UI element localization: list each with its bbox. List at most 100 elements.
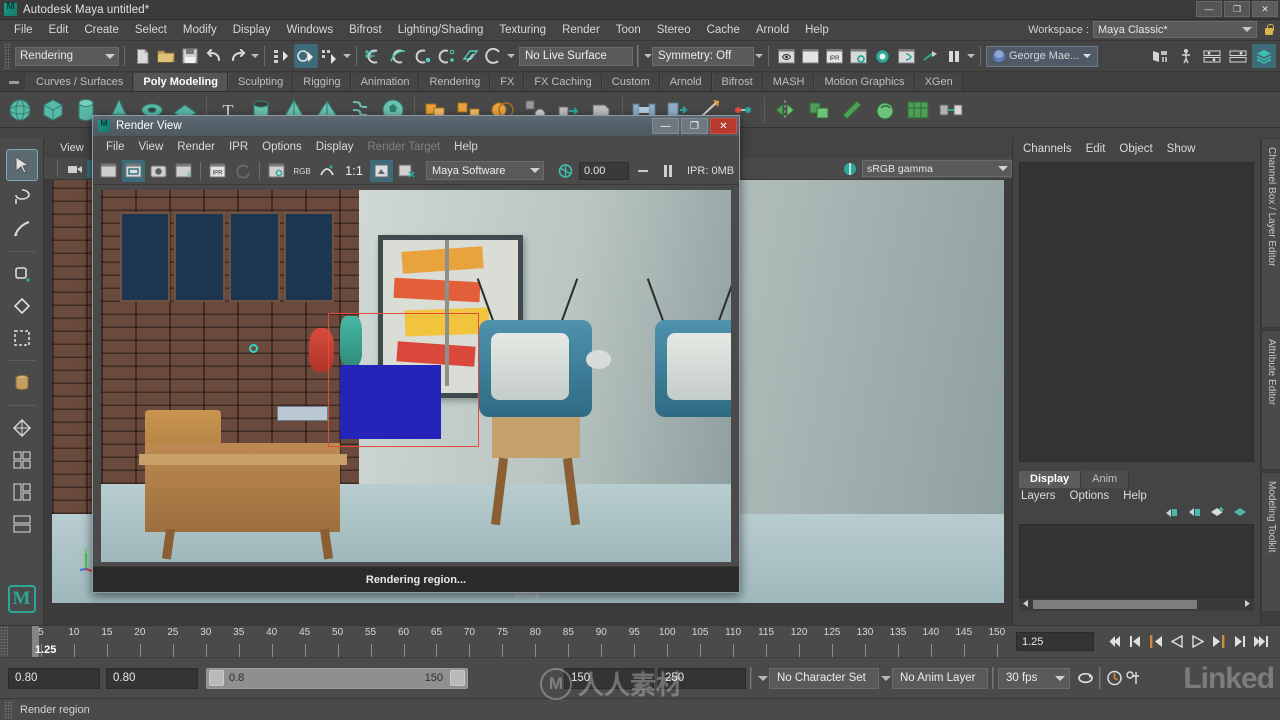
shelf-tab-mash[interactable]: MASH <box>762 73 815 91</box>
render-view-minimize-button[interactable]: — <box>652 118 679 134</box>
shelf-tab-sculpting[interactable]: Sculpting <box>227 73 294 91</box>
render-selected-objects-icon[interactable]: s <box>172 160 195 182</box>
channel-box-content[interactable] <box>1019 162 1254 462</box>
timeline-track[interactable]: 1.25 5 10 15 20 25 30 35 40 45 50 55 60 65 70 75 80 85 90… <box>8 626 1010 657</box>
transfer-attributes-icon[interactable] <box>935 94 967 126</box>
show-hide-editors-icon[interactable] <box>1148 44 1172 68</box>
layers-options-menu[interactable]: Options <box>1070 490 1110 502</box>
tab-display-layers[interactable]: Display <box>1019 471 1082 488</box>
uv-editor-icon[interactable] <box>902 94 934 126</box>
new-scene-icon[interactable] <box>130 44 154 68</box>
menuset-dropdown[interactable]: Rendering <box>15 46 119 66</box>
lasso-tool[interactable] <box>7 182 37 212</box>
render-view-canvas[interactable] <box>101 190 731 562</box>
open-scene-icon[interactable] <box>154 44 178 68</box>
workspace-dropdown[interactable]: Maya Classic* <box>1093 21 1257 38</box>
snap-to-projected-center-icon[interactable] <box>434 44 458 68</box>
shelf-tab-rigging[interactable]: Rigging <box>293 73 351 91</box>
shelf-tab-motion-graphics[interactable]: Motion Graphics <box>814 73 915 91</box>
move-layer-up-icon[interactable] <box>1164 506 1179 522</box>
ipr-render-icon[interactable]: IPR <box>206 160 229 182</box>
keep-image-icon[interactable] <box>370 159 393 182</box>
ipr-render-icon[interactable]: IPR <box>822 44 846 68</box>
camera-icon[interactable] <box>65 160 85 178</box>
snapshot-icon[interactable] <box>147 160 170 182</box>
menu-stereo[interactable]: Stereo <box>649 20 699 41</box>
alpha-channel-icon[interactable] <box>315 160 338 182</box>
hypershade-icon[interactable] <box>870 44 894 68</box>
step-forward-keyframe-icon[interactable] <box>1230 631 1249 653</box>
range-slider-right-handle[interactable] <box>450 670 465 686</box>
scroll-left-icon[interactable] <box>1021 599 1030 611</box>
anim-start-field[interactable]: 0.80 <box>8 667 100 689</box>
maximize-button[interactable]: ❐ <box>1224 1 1250 17</box>
exposure-field[interactable]: 0.00 <box>579 161 629 180</box>
redo-icon[interactable] <box>226 44 250 68</box>
play-backwards-icon[interactable] <box>1167 631 1186 653</box>
render-region-icon[interactable] <box>122 159 145 182</box>
select-tool[interactable] <box>5 149 38 181</box>
render-view-window[interactable]: Render View — ❐ ✕ File View Render IPR O… <box>92 115 740 593</box>
go-to-end-icon[interactable] <box>1251 631 1270 653</box>
pause-icon[interactable] <box>942 44 966 68</box>
shelf-tab-fx-caching[interactable]: FX Caching <box>524 73 602 91</box>
light-icon[interactable] <box>918 44 942 68</box>
render-view-menu-display[interactable]: Display <box>309 141 361 153</box>
render-settings-icon[interactable] <box>846 44 870 68</box>
channel-box-icon[interactable] <box>1226 44 1250 68</box>
ipr-render-region-icon[interactable] <box>265 160 288 182</box>
layout-persp-outliner[interactable] <box>7 445 37 475</box>
menu-select[interactable]: Select <box>127 20 175 41</box>
menu-edit[interactable]: Edit <box>41 20 77 41</box>
channels-show-menu[interactable]: Show <box>1167 143 1196 155</box>
remove-image-icon[interactable] <box>395 160 418 182</box>
poly-sphere-icon[interactable] <box>4 94 36 126</box>
play-forwards-icon[interactable] <box>1188 631 1207 653</box>
shelf-tab-arnold[interactable]: Arnold <box>659 73 712 91</box>
range-slider-left-handle[interactable] <box>209 670 224 686</box>
expand-section-icon[interactable] <box>966 54 975 58</box>
render-view-menu-options[interactable]: Options <box>255 141 309 153</box>
snap-to-curve-icon[interactable] <box>386 44 410 68</box>
render-view-close-button[interactable]: ✕ <box>710 118 737 134</box>
layer-list[interactable] <box>1019 524 1254 598</box>
expand-section-icon[interactable] <box>506 54 515 58</box>
rotate-tool[interactable] <box>7 291 37 321</box>
render-view-menu-ipr[interactable]: IPR <box>222 141 255 153</box>
save-scene-icon[interactable] <box>178 44 202 68</box>
menu-cache[interactable]: Cache <box>699 20 748 41</box>
anim-end-field[interactable]: 250 <box>658 667 746 689</box>
animation-preferences-icon[interactable] <box>1124 667 1143 689</box>
menu-lighting-shading[interactable]: Lighting/Shading <box>390 20 492 41</box>
range-start-field[interactable]: 0.80 <box>106 667 198 689</box>
move-tool[interactable] <box>7 259 37 289</box>
viewport-menu-view[interactable]: View <box>60 142 84 154</box>
menu-render[interactable]: Render <box>554 20 608 41</box>
shelf-tab-animation[interactable]: Animation <box>350 73 420 91</box>
redo-previous-render-icon[interactable] <box>97 160 120 182</box>
menu-texturing[interactable]: Texturing <box>491 20 554 41</box>
playback-loop-icon[interactable] <box>1076 667 1095 689</box>
expand-section-icon[interactable] <box>754 54 763 58</box>
expand-section-icon[interactable] <box>250 54 259 58</box>
shelf-tab-xgen[interactable]: XGen <box>914 73 963 91</box>
channels-edit-menu[interactable]: Edit <box>1086 143 1106 155</box>
vtab-attribute-editor[interactable]: Attribute Editor <box>1261 330 1280 470</box>
tab-anim-layers[interactable]: Anim <box>1081 471 1130 488</box>
render-region-marquee[interactable] <box>327 312 479 447</box>
layout-single-persp[interactable] <box>7 477 37 507</box>
menu-help[interactable]: Help <box>797 20 837 41</box>
minimize-button[interactable]: — <box>1196 1 1222 17</box>
shelf-tab-curves-surfaces[interactable]: Curves / Surfaces <box>26 73 134 91</box>
select-by-component-icon[interactable] <box>318 44 342 68</box>
render-view-menu-file[interactable]: File <box>99 141 132 153</box>
character-set-field[interactable]: No Character Set <box>769 667 879 689</box>
shelf-tab-bifrost[interactable]: Bifrost <box>711 73 763 91</box>
menu-toon[interactable]: Toon <box>608 20 649 41</box>
symmetry-field[interactable]: Symmetry: Off <box>652 46 754 66</box>
poly-cube-icon[interactable] <box>37 94 69 126</box>
anim-layer-dropdown-icon[interactable] <box>879 675 892 681</box>
render-view-menu-render[interactable]: Render <box>170 141 222 153</box>
step-back-keyframe-icon[interactable] <box>1125 631 1144 653</box>
channels-object-menu[interactable]: Object <box>1119 143 1152 155</box>
